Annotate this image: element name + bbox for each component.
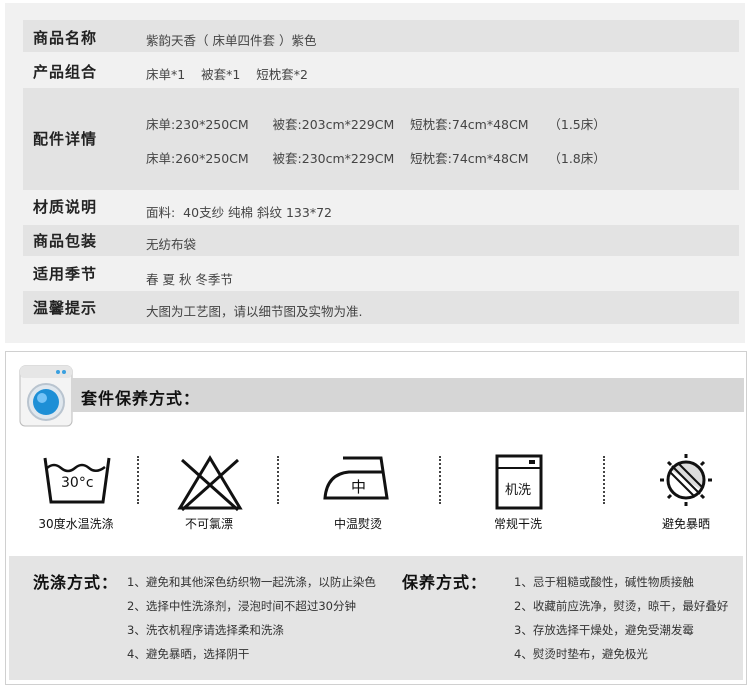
- spec-row-material: 材质说明 面料: 40支纱 纯棉 斜纹 133*72: [23, 192, 739, 223]
- spec-value: 大图为工艺图，请以细节图及实物为准.: [146, 304, 363, 319]
- machine-wash-text: 机洗: [505, 483, 532, 498]
- maintain-item: 3、存放选择干燥处，避免受潮发霉: [514, 623, 694, 637]
- spec-key: 产品组合: [33, 63, 98, 81]
- washing-machine-icon: [19, 365, 73, 427]
- spec-value: 春 夏 秋 冬季节: [146, 272, 233, 287]
- spec-row-parts: 配件详情 床单:230*250CM 被套:203cm*229CM 短枕套:74c…: [23, 88, 739, 190]
- wash-item: 4、避免暴晒，选择阴干: [127, 647, 250, 661]
- care-title: 套件保养方式：: [81, 389, 201, 408]
- spec-value: 面料: 40支纱 纯棉 斜纹 133*72: [146, 205, 332, 220]
- care-title-bar: 套件保养方式：: [71, 378, 744, 412]
- symbol-divider: [277, 456, 281, 504]
- spec-row-combo: 产品组合 床单*1 被套*1 短枕套*2: [23, 56, 739, 84]
- spec-key: 商品包装: [33, 232, 98, 250]
- spec-table: 商品名称 紫韵天香（ 床单四件套 ）紫色 产品组合 床单*1 被套*1 短枕套*…: [5, 3, 745, 343]
- care-section: 套件保养方式： 30°c 30度水温洗涤 不可氯漂 中 中温熨烫 机洗 常规干洗…: [5, 351, 747, 685]
- spec-key: 商品名称: [33, 29, 98, 47]
- symbol-avoid-sun: 避免暴晒: [631, 452, 741, 542]
- symbol-wash-30: 30°c 30度水温洗涤: [21, 452, 131, 542]
- spec-key: 适用季节: [33, 265, 98, 283]
- symbol-label: 中温熨烫: [333, 517, 382, 531]
- spec-row-tip: 温馨提示 大图为工艺图，请以细节图及实物为准.: [23, 291, 739, 324]
- spec-row-season: 适用季节 春 夏 秋 冬季节: [23, 258, 739, 289]
- spec-value: 无纺布袋: [146, 237, 197, 252]
- wash-item: 2、选择中性洗涤剂，浸泡时间不超过30分钟: [127, 599, 356, 613]
- spec-key: 配件详情: [33, 130, 98, 148]
- symbol-label: 30度水温洗涤: [38, 517, 114, 531]
- spec-value: 紫韵天香（ 床单四件套 ）紫色: [146, 33, 317, 48]
- spec-value: 床单*1 被套*1 短枕套*2: [146, 67, 308, 82]
- spec-key: 材质说明: [33, 198, 98, 216]
- symbol-label: 常规干洗: [493, 517, 542, 531]
- care-instructions: 洗涤方式： 1、避免和其他深色纺织物一起洗涤，以防止染色 2、选择中性洗涤剂，浸…: [9, 556, 743, 680]
- maintain-item: 1、忌于粗糙或酸性，碱性物质接触: [514, 575, 694, 589]
- spec-row-name: 商品名称 紫韵天香（ 床单四件套 ）紫色: [23, 20, 739, 52]
- no-bleach-icon: [177, 455, 243, 512]
- symbol-label: 不可氯漂: [184, 517, 233, 531]
- maintain-item: 4、熨烫时垫布，避免极光: [514, 647, 648, 661]
- spec-row-package: 商品包装 无纺布袋: [23, 225, 739, 256]
- avoid-sun-icon: [660, 454, 712, 506]
- maintain-item: 2、收藏前应洗净，熨烫，晾干，最好叠好: [514, 599, 729, 613]
- symbol-no-bleach: 不可氯漂: [154, 452, 264, 542]
- symbol-iron-medium: 中 中温熨烫: [303, 452, 413, 542]
- symbol-label: 避免暴晒: [661, 517, 710, 531]
- spec-value: 床单:230*250CM 被套:203cm*229CM 短枕套:74cm*48C…: [146, 117, 606, 132]
- maintain-heading: 保养方式：: [402, 573, 488, 592]
- iron-temp-text: 中: [351, 478, 367, 496]
- spec-key: 温馨提示: [33, 299, 98, 317]
- wash-item: 1、避免和其他深色纺织物一起洗涤，以防止染色: [127, 575, 376, 589]
- spec-value: 床单:260*250CM 被套:230cm*229CM 短枕套:74cm*48C…: [146, 151, 606, 166]
- symbol-divider: [439, 456, 443, 504]
- symbol-divider: [137, 456, 141, 504]
- wash-temp-text: 30°c: [61, 475, 94, 491]
- wash-item: 3、洗衣机程序请选择柔和洗涤: [127, 623, 284, 637]
- symbol-divider: [603, 456, 607, 504]
- symbol-machine-wash: 机洗 常规干洗: [463, 452, 573, 542]
- wash-heading: 洗涤方式：: [33, 573, 119, 592]
